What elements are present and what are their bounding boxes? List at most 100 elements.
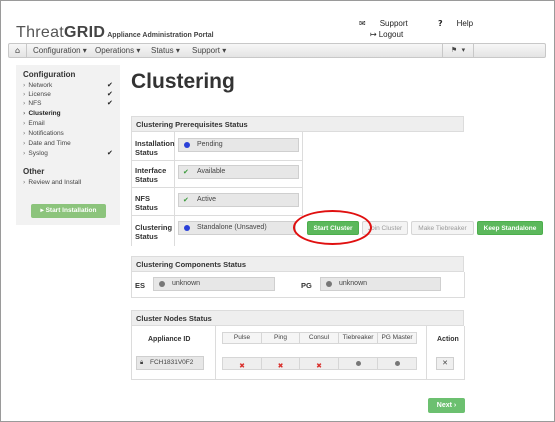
consul-status-cell: ✖ bbox=[299, 357, 339, 370]
chevron-right-icon: › bbox=[23, 150, 26, 157]
chevron-right-icon: › bbox=[23, 100, 26, 107]
installation-status-field: Pending bbox=[178, 138, 299, 152]
logo-grid: GRID bbox=[64, 24, 106, 41]
nav-support[interactable]: Support ▾ bbox=[192, 46, 226, 55]
check-icon: ✔ bbox=[107, 90, 113, 98]
chevron-right-icon: › bbox=[23, 91, 26, 98]
check-icon: ✔ bbox=[183, 168, 189, 176]
status-dot-grey bbox=[355, 361, 361, 367]
sidebar-item-network[interactable]: › Network bbox=[23, 82, 52, 89]
chevron-right-icon: › bbox=[23, 140, 26, 147]
divider bbox=[464, 326, 465, 380]
interface-status-label: Interface Status bbox=[135, 166, 167, 184]
question-icon: ? bbox=[437, 19, 443, 28]
pg-master-status-cell bbox=[377, 357, 417, 370]
sidebar-item-date-and-time[interactable]: › Date and Time bbox=[23, 140, 71, 147]
lock-icon: 🔒︎ bbox=[140, 359, 144, 366]
flag-icon[interactable]: ⚑ ▾ bbox=[442, 44, 474, 57]
tiebreaker-header: Tiebreaker bbox=[338, 332, 378, 344]
nfs-status-label: NFS Status bbox=[135, 194, 158, 212]
clustering-status-label: Clustering Status bbox=[135, 223, 173, 241]
divider bbox=[215, 326, 216, 380]
logout-icon: ↦ bbox=[370, 30, 377, 39]
divider bbox=[131, 326, 132, 380]
interface-status-field: ✔ Available bbox=[178, 165, 299, 179]
prereq-panel-heading: Clustering Prerequisites Status bbox=[131, 116, 464, 132]
start-installation-button[interactable]: ▸ Start Installation bbox=[31, 204, 106, 218]
highlight-circle bbox=[293, 210, 372, 245]
x-icon: ✖ bbox=[277, 362, 284, 370]
nav-configuration[interactable]: Configuration ▾ bbox=[33, 46, 87, 55]
sidebar-item-nfs[interactable]: › NFS bbox=[23, 100, 41, 107]
next-button[interactable]: Next › bbox=[428, 398, 465, 413]
nav-status[interactable]: Status ▾ bbox=[151, 46, 180, 55]
sidebar-item-review-and-install[interactable]: › Review and Install bbox=[23, 179, 81, 186]
logout-link[interactable]: ↦ Logout bbox=[370, 30, 403, 39]
nfs-status-field: ✔ Active bbox=[178, 193, 299, 207]
clustering-status-field: Standalone (Unsaved) bbox=[178, 221, 296, 235]
sidebar: Configuration › Network ✔ › License ✔ › NFS… bbox=[16, 65, 120, 225]
action-header: Action bbox=[437, 336, 459, 343]
pg-label: PG bbox=[301, 281, 312, 290]
sidebar-item-notifications[interactable]: › Notifications bbox=[23, 130, 64, 137]
chevron-right-icon: › bbox=[23, 120, 26, 127]
divider bbox=[131, 272, 132, 298]
pulse-header: Pulse bbox=[222, 332, 262, 344]
top-navbar: ⌂ Configuration ▾ Operations ▾ Status ▾ … bbox=[8, 43, 546, 58]
status-dot-blue bbox=[184, 225, 190, 231]
sidebar-item-clustering[interactable]: › Clustering bbox=[23, 110, 61, 117]
tiebreaker-status-cell bbox=[338, 357, 378, 370]
remove-node-button[interactable]: ✕ bbox=[436, 357, 454, 370]
chevron-right-icon: › bbox=[23, 82, 26, 89]
page-title: Clustering bbox=[131, 70, 235, 93]
es-label: ES bbox=[135, 281, 146, 290]
divider bbox=[464, 272, 465, 298]
logo-threat: Threat bbox=[16, 24, 65, 41]
make-tiebreaker-button[interactable]: Make Tiebreaker bbox=[411, 221, 474, 235]
status-dot-blue bbox=[184, 142, 190, 148]
divider bbox=[131, 187, 303, 188]
nodes-panel-heading: Cluster Nodes Status bbox=[131, 310, 464, 326]
ping-status-cell: ✖ bbox=[261, 357, 300, 370]
envelope-icon: ✉ bbox=[359, 19, 366, 28]
divider bbox=[131, 215, 303, 216]
pg-status-field: unknown bbox=[320, 277, 441, 291]
pg-master-header: PG Master bbox=[377, 332, 417, 344]
consul-header: Consul bbox=[299, 332, 339, 344]
keep-standalone-button[interactable]: Keep Standalone bbox=[477, 221, 543, 235]
divider bbox=[302, 132, 303, 216]
es-status-field: unknown bbox=[153, 277, 275, 291]
x-icon: ✖ bbox=[239, 362, 245, 370]
divider bbox=[131, 132, 132, 246]
sidebar-item-syslog[interactable]: › Syslog bbox=[23, 150, 48, 157]
pulse-status-cell: ✖ bbox=[222, 357, 262, 370]
support-link[interactable]: ✉ Support bbox=[359, 19, 422, 28]
ping-header: Ping bbox=[261, 332, 300, 344]
divider bbox=[131, 297, 465, 298]
divider bbox=[131, 160, 303, 161]
divider bbox=[426, 326, 427, 380]
x-icon: ✖ bbox=[316, 362, 322, 370]
components-panel-heading: Clustering Components Status bbox=[131, 256, 464, 272]
installation-status-label: Installation Status bbox=[135, 139, 175, 157]
help-link[interactable]: ? Help bbox=[438, 19, 487, 28]
chevron-right-icon: › bbox=[23, 130, 26, 137]
check-icon: ✔ bbox=[107, 149, 113, 157]
home-icon[interactable]: ⌂ bbox=[9, 44, 27, 57]
chevron-right-icon: › bbox=[23, 179, 26, 186]
divider bbox=[131, 379, 465, 380]
threatgrid-logo: ThreatGRID Appliance Administration Porta… bbox=[16, 24, 214, 42]
status-dot-grey bbox=[394, 361, 400, 367]
appliance-id-header: Appliance ID bbox=[148, 336, 191, 343]
check-icon: ✔ bbox=[107, 81, 113, 89]
status-dot-grey bbox=[159, 281, 165, 287]
nav-operations[interactable]: Operations ▾ bbox=[95, 46, 140, 55]
check-icon: ✔ bbox=[183, 196, 189, 204]
sidebar-heading-configuration: Configuration bbox=[23, 70, 76, 79]
status-dot-grey bbox=[326, 281, 332, 287]
chevron-right-icon: › bbox=[23, 110, 26, 117]
sidebar-item-license[interactable]: › License bbox=[23, 91, 51, 98]
appliance-id-field: 🔒︎ FCH1831V0F2 bbox=[136, 356, 204, 370]
check-icon: ✔ bbox=[107, 99, 113, 107]
sidebar-item-email[interactable]: › Email bbox=[23, 120, 45, 127]
